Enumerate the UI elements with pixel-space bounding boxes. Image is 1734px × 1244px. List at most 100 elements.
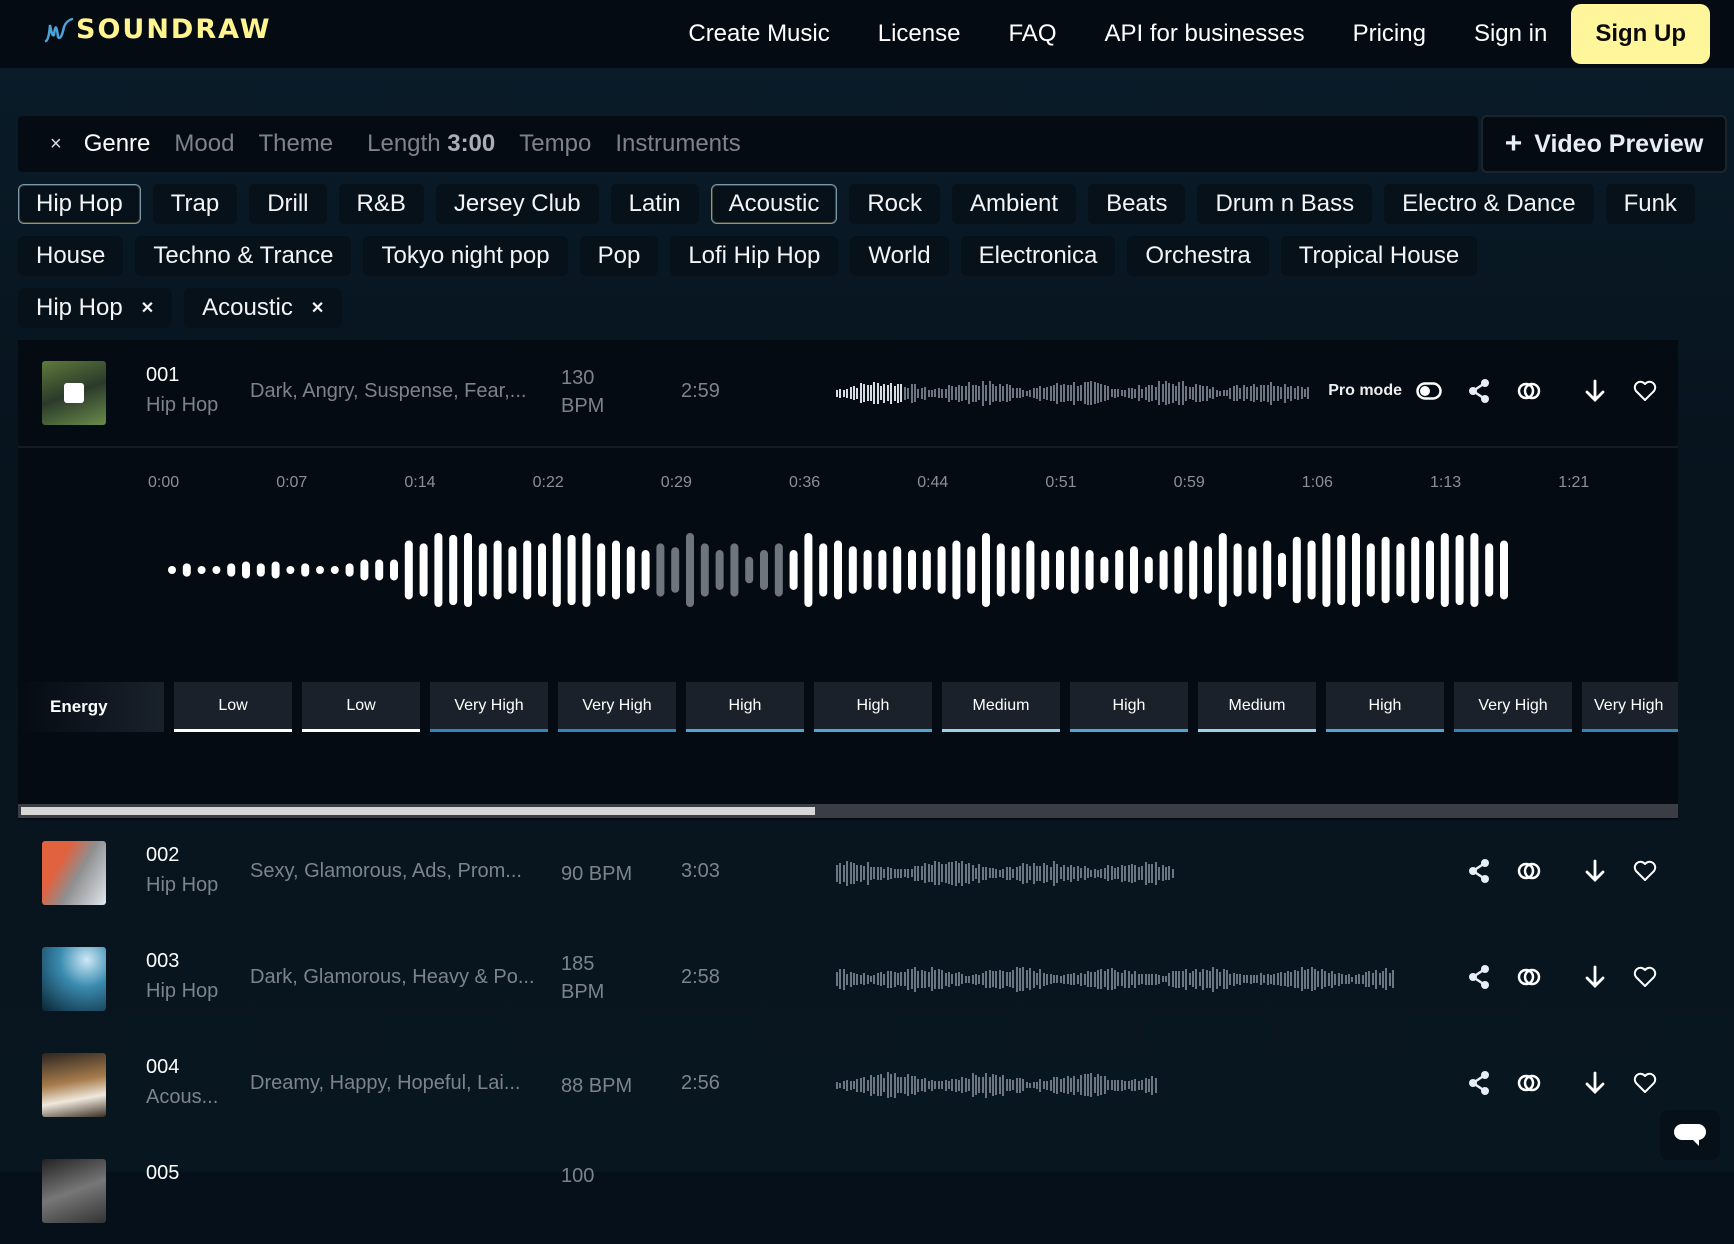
track-thumbnail[interactable] bbox=[42, 841, 106, 905]
genre-chip-electronica[interactable]: Electronica bbox=[960, 236, 1116, 276]
energy-cell[interactable]: High bbox=[686, 682, 804, 732]
favorite-icon[interactable] bbox=[1630, 962, 1660, 992]
genre-chip-tropical-house[interactable]: Tropical House bbox=[1280, 236, 1478, 276]
stop-icon[interactable] bbox=[59, 378, 89, 408]
waveform-bar bbox=[878, 550, 887, 590]
track-thumbnail[interactable] bbox=[42, 361, 106, 425]
tab-theme[interactable]: Theme bbox=[258, 130, 333, 158]
genre-chip-world[interactable]: World bbox=[850, 236, 949, 276]
logo[interactable]: SOUNDRAW bbox=[44, 14, 272, 45]
download-icon[interactable] bbox=[1580, 376, 1610, 406]
energy-cell[interactable]: High bbox=[1326, 682, 1444, 732]
genre-chip-pop[interactable]: Pop bbox=[579, 236, 659, 276]
tab-instruments[interactable]: Instruments bbox=[615, 130, 740, 158]
genre-chip-techno-trance[interactable]: Techno & Trance bbox=[135, 236, 352, 276]
download-icon[interactable] bbox=[1580, 1068, 1610, 1098]
track-thumbnail[interactable] bbox=[42, 947, 106, 1011]
scrollbar-thumb[interactable] bbox=[21, 807, 815, 815]
genre-chip-tokyo-night-pop[interactable]: Tokyo night pop bbox=[363, 236, 568, 276]
favorite-icon[interactable] bbox=[1630, 376, 1660, 406]
copy-link-icon[interactable] bbox=[1514, 1068, 1544, 1098]
share-icon[interactable] bbox=[1464, 856, 1494, 886]
genre-chip-hip-hop[interactable]: Hip Hop bbox=[18, 184, 141, 224]
genre-chip-latin[interactable]: Latin bbox=[610, 184, 699, 224]
genre-chip-orchestra[interactable]: Orchestra bbox=[1127, 236, 1269, 276]
horizontal-scrollbar[interactable] bbox=[18, 804, 1678, 818]
energy-cell[interactable]: High bbox=[814, 682, 932, 732]
sign-up-button[interactable]: Sign Up bbox=[1571, 4, 1710, 64]
share-icon[interactable] bbox=[1464, 962, 1494, 992]
waveform-bar bbox=[1263, 975, 1266, 983]
remove-tag-icon[interactable]: ✕ bbox=[141, 298, 154, 318]
waveform-bar bbox=[866, 385, 869, 401]
selected-tag-label: Acoustic bbox=[202, 294, 293, 321]
genre-chip-funk[interactable]: Funk bbox=[1605, 184, 1695, 224]
energy-cell[interactable]: Very High bbox=[1582, 682, 1678, 732]
track-row[interactable]: 001 Hip Hop Dark, Angry, Suspense, Fear,..… bbox=[18, 340, 1678, 446]
energy-cell[interactable]: Medium bbox=[942, 682, 1060, 732]
genre-chip-drum-n-bass[interactable]: Drum n Bass bbox=[1197, 184, 1373, 224]
energy-cell[interactable]: Low bbox=[302, 682, 420, 732]
track-thumbnail[interactable] bbox=[42, 1053, 106, 1117]
track-mini-waveform[interactable] bbox=[836, 373, 1311, 413]
nav-faq[interactable]: FAQ bbox=[1008, 20, 1056, 48]
favorite-icon[interactable] bbox=[1630, 856, 1660, 886]
energy-cell[interactable]: Medium bbox=[1198, 682, 1316, 732]
remove-tag-icon[interactable]: ✕ bbox=[311, 298, 324, 318]
genre-chip-r-b[interactable]: R&B bbox=[338, 184, 424, 224]
share-icon[interactable] bbox=[1464, 376, 1494, 406]
tab-length[interactable]: Length 3:00 bbox=[367, 130, 495, 158]
track-row[interactable]: 005 100 bbox=[18, 1138, 1678, 1244]
waveform-bar bbox=[1114, 388, 1117, 398]
tab-mood[interactable]: Mood bbox=[174, 130, 234, 158]
waveform-bar bbox=[903, 869, 906, 877]
tab-genre[interactable]: Genre bbox=[84, 130, 151, 158]
waveform-bar bbox=[846, 1079, 849, 1091]
chat-button[interactable] bbox=[1660, 1110, 1720, 1160]
track-row[interactable]: 002 Hip Hop Sexy, Glamorous, Ads, Prom... 9… bbox=[18, 820, 1678, 926]
genre-chip-rock[interactable]: Rock bbox=[849, 184, 941, 224]
nav-pricing[interactable]: Pricing bbox=[1353, 20, 1426, 48]
favorite-icon[interactable] bbox=[1630, 1068, 1660, 1098]
waveform-bar bbox=[954, 1078, 957, 1092]
nav-api[interactable]: API for businesses bbox=[1104, 20, 1304, 48]
waveform-bar bbox=[1307, 387, 1310, 399]
track-mini-waveform[interactable] bbox=[836, 1065, 1158, 1105]
share-icon[interactable] bbox=[1464, 1068, 1494, 1098]
pro-mode-toggle[interactable] bbox=[1414, 376, 1444, 406]
energy-cell[interactable]: Very High bbox=[1454, 682, 1572, 732]
nav-create-music[interactable]: Create Music bbox=[688, 20, 829, 48]
genre-chip-drill[interactable]: Drill bbox=[249, 184, 327, 224]
energy-cell[interactable]: Low bbox=[174, 682, 292, 732]
nav-license[interactable]: License bbox=[878, 20, 961, 48]
video-preview-button[interactable]: + Video Preview bbox=[1481, 115, 1727, 173]
track-row[interactable]: 003 Hip Hop Dark, Glamorous, Heavy & Po...… bbox=[18, 926, 1678, 1032]
track-length: 2:58 bbox=[681, 966, 720, 988]
waveform-bar bbox=[1124, 865, 1127, 881]
genre-chip-electro-dance[interactable]: Electro & Dance bbox=[1384, 184, 1594, 224]
genre-chip-house[interactable]: House bbox=[18, 236, 124, 276]
track-mini-waveform[interactable] bbox=[836, 853, 1175, 893]
main-waveform[interactable] bbox=[168, 520, 1678, 620]
copy-link-icon[interactable] bbox=[1514, 376, 1544, 406]
nav-sign-in[interactable]: Sign in bbox=[1474, 20, 1547, 48]
track-thumbnail[interactable] bbox=[42, 1159, 106, 1223]
genre-chip-lofi-hip-hop[interactable]: Lofi Hip Hop bbox=[670, 236, 839, 276]
energy-cell[interactable]: Very High bbox=[430, 682, 548, 732]
copy-link-icon[interactable] bbox=[1514, 856, 1544, 886]
genre-chip-trap[interactable]: Trap bbox=[152, 184, 238, 224]
genre-chip-beats[interactable]: Beats bbox=[1088, 184, 1186, 224]
download-icon[interactable] bbox=[1580, 962, 1610, 992]
genre-chip-jersey-club[interactable]: Jersey Club bbox=[435, 184, 599, 224]
genre-chip-acoustic[interactable]: Acoustic bbox=[710, 184, 838, 224]
download-icon[interactable] bbox=[1580, 856, 1610, 886]
tab-tempo[interactable]: Tempo bbox=[519, 130, 591, 158]
energy-cell[interactable]: Very High bbox=[558, 682, 676, 732]
copy-link-icon[interactable] bbox=[1514, 962, 1544, 992]
energy-cell[interactable]: High bbox=[1070, 682, 1188, 732]
close-icon[interactable]: × bbox=[50, 133, 62, 156]
track-row[interactable]: 004 Acous... Dreamy, Happy, Hopeful, Lai..… bbox=[18, 1032, 1678, 1138]
waveform-bar bbox=[903, 386, 906, 400]
track-mini-waveform[interactable] bbox=[836, 959, 1395, 999]
genre-chip-ambient[interactable]: Ambient bbox=[952, 184, 1077, 224]
